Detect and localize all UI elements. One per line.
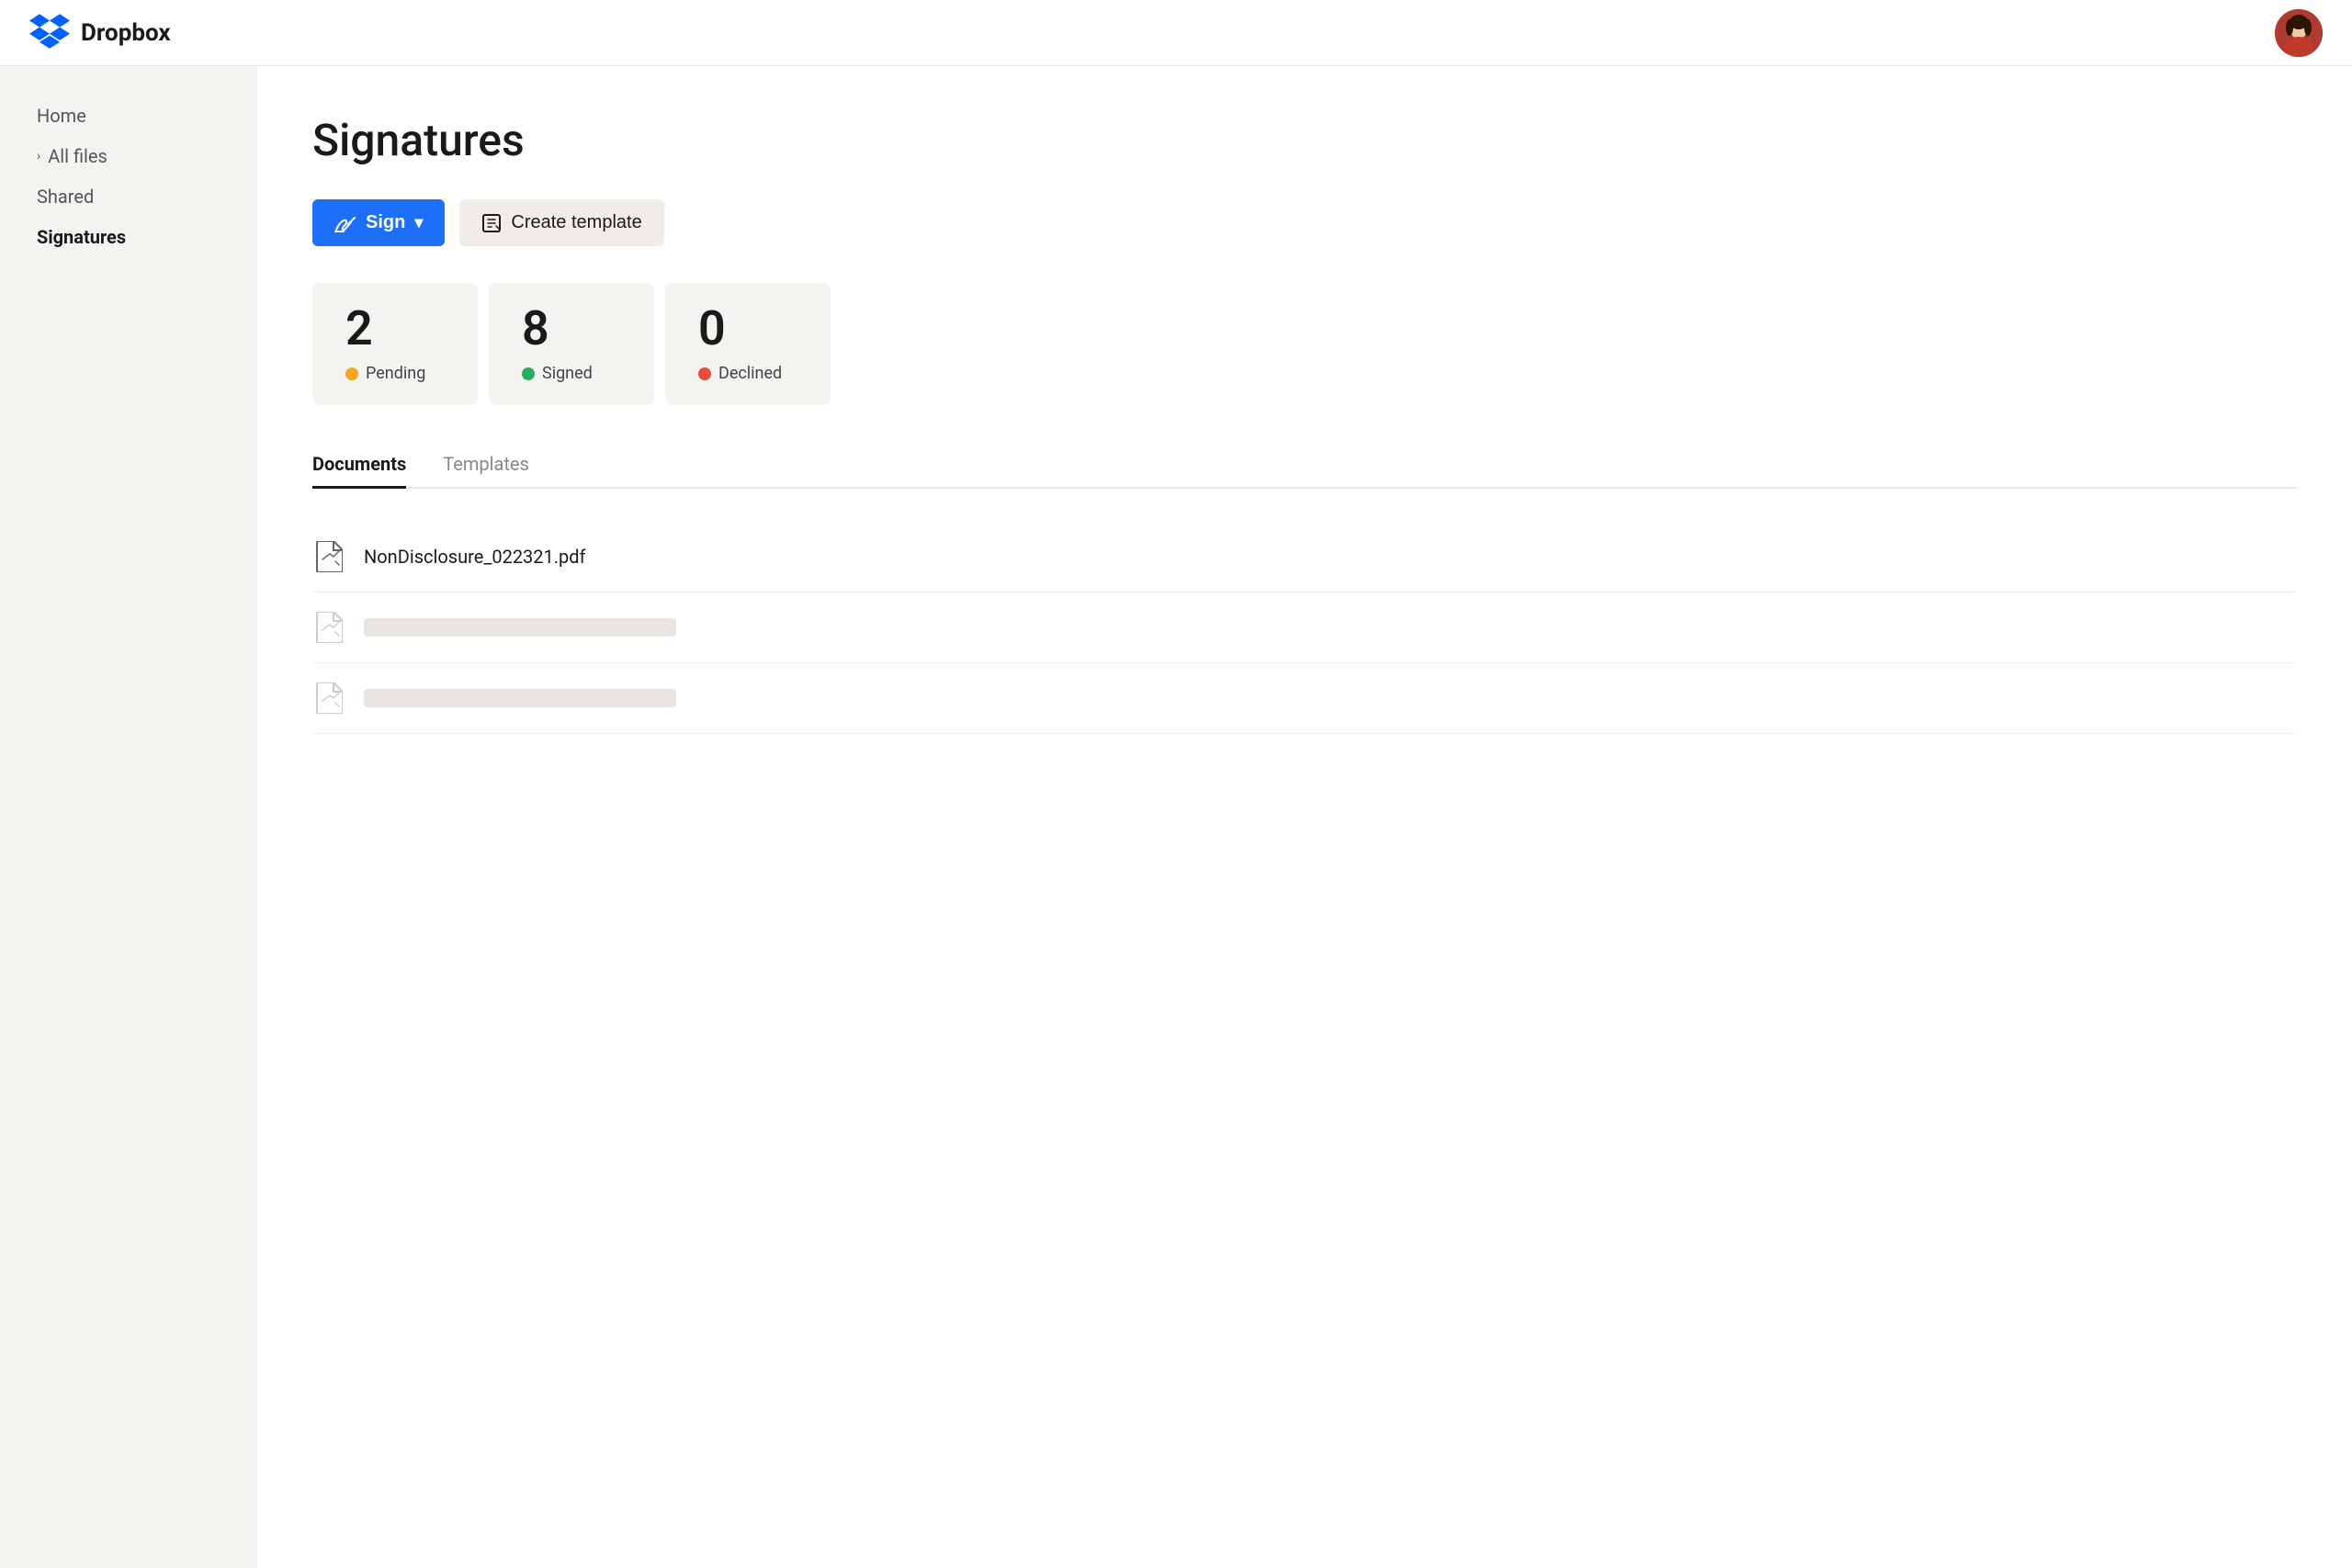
stat-number-signed: 8 xyxy=(522,305,621,353)
document-name-placeholder xyxy=(364,689,676,707)
list-item[interactable]: NonDisclosure_022321.pdf xyxy=(312,522,2297,592)
stat-label-declined: Declined xyxy=(698,364,797,383)
document-name: NonDisclosure_022321.pdf xyxy=(364,546,586,568)
document-icon-placeholder xyxy=(312,611,345,644)
sidebar-item-signatures[interactable]: Signatures xyxy=(0,217,257,257)
pending-dot-icon xyxy=(345,367,358,380)
tab-documents[interactable]: Documents xyxy=(312,442,406,489)
document-name-placeholder xyxy=(364,618,676,637)
navbar: Dropbox xyxy=(0,0,2352,66)
signed-label-text: Signed xyxy=(542,364,593,383)
document-icon-placeholder xyxy=(312,682,345,715)
stat-number-declined: 0 xyxy=(698,305,797,353)
template-icon xyxy=(481,213,502,233)
list-item xyxy=(312,592,2297,663)
avatar-image xyxy=(2275,9,2323,57)
list-item xyxy=(312,663,2297,734)
stat-number-pending: 2 xyxy=(345,305,445,353)
document-icon xyxy=(312,540,345,573)
sidebar-item-home[interactable]: Home xyxy=(0,96,257,136)
document-list: NonDisclosure_022321.pdf xyxy=(312,522,2297,734)
sidebar-item-all-files[interactable]: › All files xyxy=(0,136,257,176)
logo[interactable]: Dropbox xyxy=(29,14,171,52)
chevron-right-icon: › xyxy=(37,149,40,164)
sidebar-item-label-all-files: All files xyxy=(48,145,107,167)
stat-label-signed: Signed xyxy=(522,364,621,383)
stat-label-pending: Pending xyxy=(345,364,445,383)
sidebar-item-shared[interactable]: Shared xyxy=(0,176,257,217)
sidebar-item-label-shared: Shared xyxy=(37,186,94,208)
create-template-button-label: Create template xyxy=(511,212,641,233)
tabs-bar: Documents Templates xyxy=(312,442,2297,489)
sign-button-label: Sign xyxy=(366,212,405,233)
sign-button[interactable]: Sign ▾ xyxy=(312,199,445,246)
signed-dot-icon xyxy=(522,367,535,380)
pending-label-text: Pending xyxy=(366,364,425,383)
user-avatar[interactable] xyxy=(2275,9,2323,57)
main-content: Signatures Sign ▾ Create xyxy=(257,66,2352,1568)
stats-row: 2 Pending 8 Signed 0 Declined xyxy=(312,283,2297,405)
stat-card-signed: 8 Signed xyxy=(489,283,654,405)
create-template-button[interactable]: Create template xyxy=(459,199,663,246)
navbar-logo-text: Dropbox xyxy=(81,19,171,47)
declined-dot-icon xyxy=(698,367,711,380)
stat-card-pending: 2 Pending xyxy=(312,283,478,405)
page-title: Signatures xyxy=(312,114,2297,166)
sidebar: Home › All files Shared Signatures xyxy=(0,66,257,1568)
action-buttons: Sign ▾ Create template xyxy=(312,199,2297,246)
declined-label-text: Declined xyxy=(718,364,782,383)
tab-templates[interactable]: Templates xyxy=(443,442,529,489)
stat-card-declined: 0 Declined xyxy=(665,283,831,405)
sign-icon xyxy=(334,213,356,233)
sidebar-item-label-home: Home xyxy=(37,105,86,127)
sidebar-item-label-signatures: Signatures xyxy=(37,226,126,248)
app-layout: Home › All files Shared Signatures Signa… xyxy=(0,66,2352,1568)
sign-dropdown-arrow: ▾ xyxy=(414,213,423,232)
dropbox-logo-icon xyxy=(29,14,70,52)
